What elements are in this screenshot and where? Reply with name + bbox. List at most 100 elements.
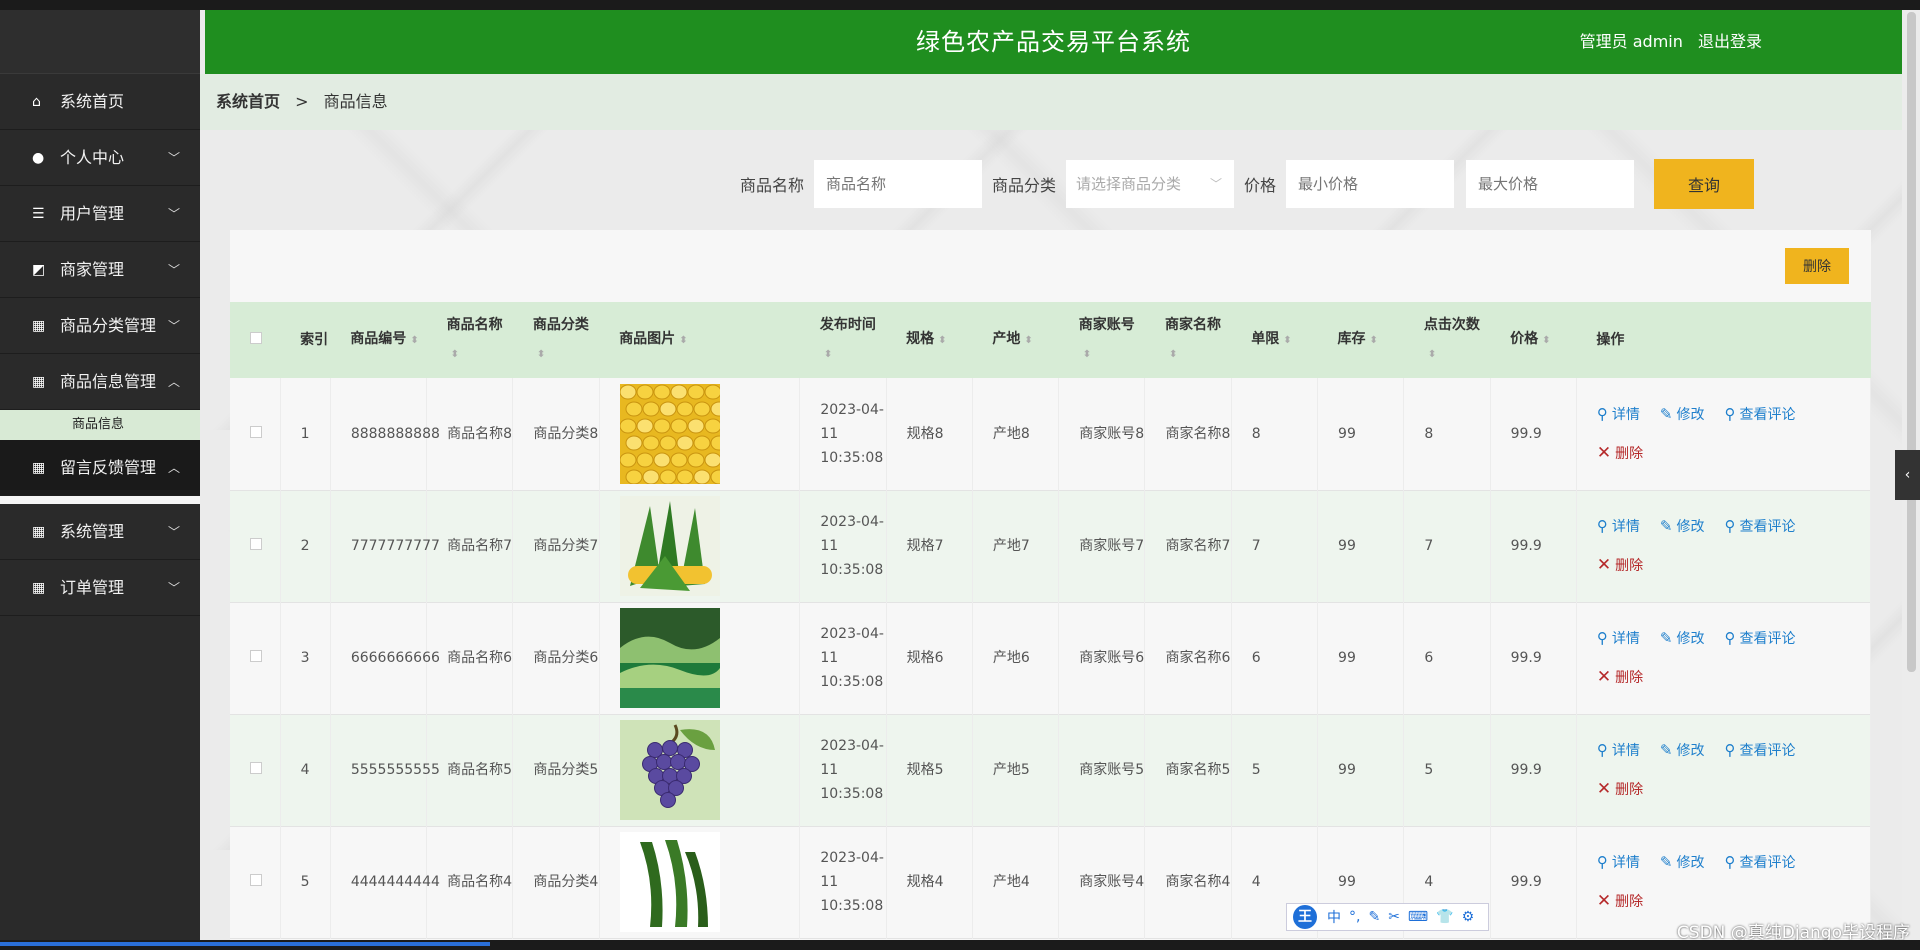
delete-button[interactable]: ✕ 删除	[1597, 770, 1643, 809]
sort-icon[interactable]: ⬍	[1169, 349, 1177, 360]
column-header[interactable]: 单限 ⬍	[1231, 302, 1317, 378]
column-header[interactable]: 商家名称 ⬍	[1145, 302, 1231, 378]
sort-icon[interactable]: ⬍	[938, 335, 946, 346]
view-comments-button[interactable]: ⚲ 查看评论	[1724, 731, 1795, 770]
detail-button[interactable]: ⚲ 详情	[1597, 843, 1640, 882]
collapse-tab-icon[interactable]: ‹	[1895, 450, 1920, 500]
name-input[interactable]	[814, 160, 983, 208]
sidebar-item[interactable]: ▦ 订单管理 ﹀	[0, 560, 200, 616]
column-header[interactable]: 库存 ⬍	[1318, 302, 1404, 378]
comments-label: 查看评论	[1739, 519, 1796, 535]
sidebar-subitem-product-info[interactable]: 商品信息	[0, 410, 200, 440]
logout-link[interactable]: 退出登录	[1698, 32, 1762, 51]
ime-logo-icon: 王	[1293, 905, 1317, 929]
delete-button[interactable]: ✕ 删除	[1597, 434, 1643, 473]
cell-code: 7777777777	[330, 490, 440, 602]
sidebar-item[interactable]: ⌂ 系统首页	[0, 74, 200, 130]
sidebar-item[interactable]: ▦ 留言反馈管理 ︿	[0, 440, 200, 496]
row-checkbox[interactable]	[250, 538, 262, 550]
column-header[interactable]: 产地 ⬍	[972, 302, 1058, 378]
product-image-corn-cob[interactable]	[619, 496, 800, 596]
scrollbar-thumb[interactable]	[1907, 12, 1916, 672]
ime-tool-icon[interactable]: 中	[1327, 907, 1341, 927]
ime-tool-icon[interactable]: ✂	[1388, 909, 1400, 925]
sort-icon[interactable]: ⬍	[679, 335, 687, 346]
sidebar-item[interactable]: ◩ 商家管理 ﹀	[0, 242, 200, 298]
view-comments-button[interactable]: ⚲ 查看评论	[1724, 395, 1795, 434]
product-image-cucumbers[interactable]	[619, 832, 800, 932]
cell-idx: 2	[280, 490, 331, 602]
product-image-vegetable-crates[interactable]	[619, 608, 800, 708]
cell-limit: 8	[1231, 378, 1319, 490]
cell-price-text: 99.9	[1510, 425, 1542, 442]
edit-button[interactable]: ✎ 修改	[1660, 731, 1705, 770]
sort-icon[interactable]: ⬍	[451, 349, 459, 360]
column-header[interactable]: 商品名称 ⬍	[427, 302, 513, 378]
sidebar-item[interactable]: ▦ 商品信息管理 ︿	[0, 354, 200, 410]
sidebar-item[interactable]: ● 个人中心 ﹀	[0, 130, 200, 186]
column-header[interactable]: 发布时间 ⬍	[800, 302, 886, 378]
column-header[interactable]: 商品编号 ⬍	[330, 302, 426, 378]
user-area: 管理员 admin 退出登录	[1580, 10, 1762, 74]
column-header[interactable]: 商品图片 ⬍	[599, 302, 800, 378]
delete-button[interactable]: ✕ 删除	[1597, 546, 1643, 585]
ime-tool-icon[interactable]: ⌨	[1408, 909, 1428, 925]
max-price-input[interactable]	[1466, 160, 1635, 208]
sort-icon[interactable]: ⬍	[410, 335, 418, 346]
cell-stock: 99	[1317, 378, 1405, 490]
product-image-corn-kernels[interactable]	[619, 383, 800, 484]
sort-icon[interactable]: ⬍	[537, 349, 545, 360]
sort-icon[interactable]: ⬍	[1370, 335, 1378, 346]
delete-button[interactable]: ✕ 删除	[1597, 882, 1643, 921]
view-comments-button[interactable]: ⚲ 查看评论	[1724, 843, 1795, 882]
cell-clicks-text: 6	[1424, 650, 1434, 666]
column-header-label: 操作	[1596, 332, 1625, 348]
list-icon: ☰	[32, 206, 45, 222]
detail-button[interactable]: ⚲ 详情	[1597, 731, 1640, 770]
query-button[interactable]: 查询	[1654, 159, 1755, 209]
search-icon: ⚲	[1724, 404, 1736, 423]
select-all-checkbox[interactable]	[250, 332, 262, 344]
ime-tool-icon[interactable]: ⚙	[1462, 909, 1475, 925]
row-checkbox[interactable]	[250, 762, 262, 774]
close-icon: ✕	[1596, 891, 1612, 911]
detail-button[interactable]: ⚲ 详情	[1597, 507, 1640, 546]
ime-tool-icon[interactable]: ✎	[1368, 909, 1380, 925]
sort-icon[interactable]: ⬍	[1283, 335, 1291, 346]
sort-icon[interactable]: ⬍	[1024, 335, 1032, 346]
batch-delete-button[interactable]: 删除	[1785, 248, 1849, 284]
ime-tool-icon[interactable]: 👕	[1436, 909, 1453, 925]
column-header[interactable]: 点击次数 ⬍	[1404, 302, 1490, 378]
breadcrumb-home[interactable]: 系统首页	[216, 92, 280, 111]
sidebar-item[interactable]: ▦ 商品分类管理 ﹀	[0, 298, 200, 354]
edit-button[interactable]: ✎ 修改	[1660, 843, 1705, 882]
column-header[interactable]: 商家账号 ⬍	[1059, 302, 1145, 378]
sort-icon[interactable]: ⬍	[824, 349, 832, 360]
edit-button[interactable]: ✎ 修改	[1660, 619, 1705, 658]
sort-icon[interactable]: ⬍	[1083, 349, 1091, 360]
column-header[interactable]: 规格 ⬍	[886, 302, 972, 378]
category-select[interactable]: 请选择商品分类 ﹀	[1066, 160, 1235, 208]
edit-button[interactable]: ✎ 修改	[1660, 395, 1705, 434]
sort-icon[interactable]: ⬍	[1542, 335, 1550, 346]
column-header[interactable]: 价格 ⬍	[1490, 302, 1576, 378]
product-image-grapes[interactable]	[619, 720, 800, 820]
delete-button[interactable]: ✕ 删除	[1597, 658, 1643, 697]
row-actions: ⚲ 详情 ✎ 修改 ⚲ 查看评论 ✕ 删除	[1576, 714, 1872, 826]
sidebar-item[interactable]: ☰ 用户管理 ﹀	[0, 186, 200, 242]
edit-button[interactable]: ✎ 修改	[1660, 507, 1705, 546]
view-comments-button[interactable]: ⚲ 查看评论	[1724, 507, 1795, 546]
sidebar-item[interactable]: ▦ 系统管理 ﹀	[0, 504, 200, 560]
ime-tool-icon[interactable]: °,	[1349, 909, 1360, 925]
column-header[interactable]: 商品分类 ⬍	[513, 302, 599, 378]
column-header-label: 库存	[1337, 331, 1366, 347]
row-checkbox[interactable]	[250, 650, 262, 662]
ime-toolbar[interactable]: 王中 °, ✎ ✂ ⌨ 👕 ⚙	[1286, 903, 1490, 931]
view-comments-button[interactable]: ⚲ 查看评论	[1724, 619, 1795, 658]
row-checkbox[interactable]	[250, 874, 262, 886]
detail-button[interactable]: ⚲ 详情	[1597, 395, 1640, 434]
sort-icon[interactable]: ⬍	[1428, 349, 1436, 360]
min-price-input[interactable]	[1286, 160, 1455, 208]
row-checkbox[interactable]	[250, 425, 262, 438]
detail-button[interactable]: ⚲ 详情	[1597, 619, 1640, 658]
